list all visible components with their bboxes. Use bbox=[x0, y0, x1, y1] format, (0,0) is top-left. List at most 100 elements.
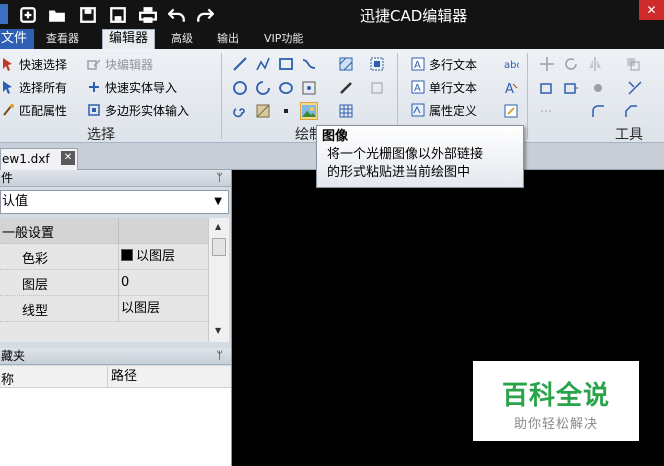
select-all-button[interactable]: 选择所有 bbox=[0, 76, 67, 98]
column-name[interactable]: 称 bbox=[1, 369, 14, 388]
mtext-label: 多行文本 bbox=[429, 57, 478, 72]
hatch-icon[interactable] bbox=[337, 55, 355, 73]
property-row-layer[interactable]: 图层 0 bbox=[0, 270, 208, 296]
arc-icon[interactable] bbox=[254, 79, 272, 97]
explode-icon[interactable] bbox=[589, 79, 607, 97]
property-category[interactable]: 一般设置 bbox=[0, 218, 208, 244]
mirror-icon[interactable] bbox=[586, 55, 604, 73]
quick-entity-import-label: 快速实体导入 bbox=[105, 80, 178, 95]
image-tooltip: 图像 将一个光栅图像以外部链接 的形式粘贴进当前绘图中 bbox=[316, 125, 524, 188]
column-path[interactable]: 路径 bbox=[107, 366, 137, 388]
point-icon[interactable] bbox=[300, 79, 318, 97]
property-row-linetype[interactable]: 线型 以图层 bbox=[0, 296, 208, 322]
single-text-button[interactable]: A 单行文本 bbox=[410, 76, 477, 98]
redo-icon[interactable] bbox=[195, 5, 215, 24]
region-icon[interactable] bbox=[368, 79, 386, 97]
trim-icon[interactable] bbox=[626, 79, 644, 97]
scale-icon[interactable] bbox=[624, 55, 642, 73]
document-close-icon[interactable]: ✕ bbox=[61, 151, 75, 165]
new-icon[interactable] bbox=[18, 5, 38, 24]
app-logo[interactable] bbox=[0, 4, 8, 24]
favorites-list-header: 称 路径 bbox=[0, 366, 231, 388]
quick-select-icon bbox=[0, 56, 16, 72]
print-icon[interactable] bbox=[138, 5, 158, 24]
circle-icon[interactable] bbox=[231, 79, 249, 97]
tab-editor[interactable]: 编辑器 bbox=[102, 29, 156, 49]
property-row-color[interactable]: 色彩 以图层 bbox=[0, 244, 208, 270]
tab-vip[interactable]: VIP功能 bbox=[264, 29, 303, 49]
polygon-entity-input-button[interactable]: 多边形实体输入 bbox=[86, 99, 189, 121]
polygon-entity-input-label: 多边形实体输入 bbox=[105, 103, 190, 118]
property-value[interactable]: 以图层 bbox=[118, 244, 208, 270]
single-text-icon: A bbox=[410, 79, 426, 95]
svg-text:abc: abc bbox=[504, 60, 519, 71]
spiral-icon[interactable] bbox=[231, 102, 249, 120]
property-scrollbar[interactable]: ▲ ▼ bbox=[208, 218, 229, 342]
table-icon[interactable] bbox=[337, 102, 355, 120]
save-icon[interactable] bbox=[78, 5, 98, 24]
image-icon[interactable] bbox=[300, 102, 318, 120]
chamfer-icon[interactable] bbox=[622, 102, 640, 120]
property-grid: 一般设置 色彩 以图层 图层 0 线型 以图层 bbox=[0, 218, 208, 342]
block-insert-icon[interactable] bbox=[368, 55, 386, 73]
copy-icon[interactable] bbox=[538, 79, 556, 97]
fillet-icon[interactable] bbox=[589, 102, 607, 120]
property-key: 色彩 bbox=[22, 252, 49, 267]
tab-advanced[interactable]: 高级 bbox=[171, 29, 193, 49]
select-group-label: 选择 bbox=[87, 127, 115, 143]
spline-icon[interactable] bbox=[300, 55, 318, 73]
property-value-text: 以图层 bbox=[136, 249, 176, 264]
menu-bar: 文件 查看器 编辑器 高级 输出 VIP功能 bbox=[0, 29, 664, 49]
polyline-icon[interactable] bbox=[254, 55, 272, 73]
property-value[interactable]: 以图层 bbox=[118, 296, 208, 322]
offset-icon[interactable] bbox=[562, 79, 580, 97]
tab-viewer[interactable]: 查看器 bbox=[46, 29, 79, 49]
block-editor-button[interactable]: 块编辑器 bbox=[86, 53, 153, 75]
property-value[interactable]: 0 bbox=[118, 270, 208, 296]
favorites-panel-title: 藏夹 bbox=[1, 349, 26, 363]
tooltip-body-line: 将一个光栅图像以外部链接 bbox=[327, 147, 484, 162]
scroll-down-icon[interactable]: ▼ bbox=[215, 326, 221, 335]
tab-output[interactable]: 输出 bbox=[217, 29, 239, 49]
line-icon[interactable] bbox=[231, 55, 249, 73]
mtext-button[interactable]: A 多行文本 bbox=[410, 53, 477, 75]
open-icon[interactable] bbox=[47, 5, 67, 24]
rotate-icon[interactable] bbox=[562, 55, 580, 73]
favorites-panel-header: 藏夹 ᛘ bbox=[0, 348, 231, 365]
attribute-define-icon bbox=[410, 102, 426, 118]
rectangle-icon[interactable] bbox=[277, 55, 295, 73]
category-value-cell bbox=[118, 218, 208, 244]
property-key: 线型 bbox=[22, 304, 49, 319]
pin-icon[interactable]: ᛘ bbox=[216, 348, 223, 364]
match-properties-icon bbox=[0, 102, 16, 118]
quick-select-button[interactable]: 快速选择 bbox=[0, 53, 67, 75]
entity-type-dropdown[interactable]: 认值 ▼ bbox=[0, 190, 229, 214]
text-edit-icon[interactable]: A bbox=[502, 79, 520, 97]
watermark-main-text: 百科全说 bbox=[501, 381, 610, 411]
attribute-define-button[interactable]: 属性定义 bbox=[410, 99, 477, 121]
ellipse-icon[interactable] bbox=[277, 79, 295, 97]
pen-icon[interactable] bbox=[337, 79, 355, 97]
ribbon-separator bbox=[527, 53, 528, 139]
document-tab-label: ew1.dxf bbox=[2, 152, 50, 166]
ribbon-separator bbox=[221, 53, 222, 139]
scroll-thumb[interactable] bbox=[212, 238, 226, 256]
watermark-sub-text: 助你轻松解决 bbox=[513, 417, 598, 432]
pin-icon[interactable]: ᛘ bbox=[216, 170, 223, 186]
move-icon[interactable] bbox=[538, 55, 556, 73]
save-as-icon[interactable] bbox=[108, 5, 128, 24]
dot-icon[interactable] bbox=[277, 102, 295, 120]
window-close-button[interactable]: ✕ bbox=[639, 0, 664, 20]
watermark: 百科全说 助你轻松解决 bbox=[473, 361, 639, 441]
menu-file[interactable]: 文件 bbox=[0, 29, 34, 49]
quick-entity-import-button[interactable]: 快速实体导入 bbox=[86, 76, 177, 98]
array-icon[interactable] bbox=[538, 102, 556, 120]
category-label: 一般设置 bbox=[2, 226, 55, 241]
scroll-up-icon[interactable]: ▲ bbox=[215, 222, 221, 231]
undo-icon[interactable] bbox=[167, 5, 187, 24]
svg-text:A: A bbox=[414, 83, 421, 94]
gradient-icon[interactable] bbox=[254, 102, 272, 120]
match-properties-button[interactable]: 匹配属性 bbox=[0, 99, 67, 121]
text-style-icon[interactable]: abc bbox=[502, 55, 520, 73]
edit-pencil-icon[interactable] bbox=[502, 102, 520, 120]
